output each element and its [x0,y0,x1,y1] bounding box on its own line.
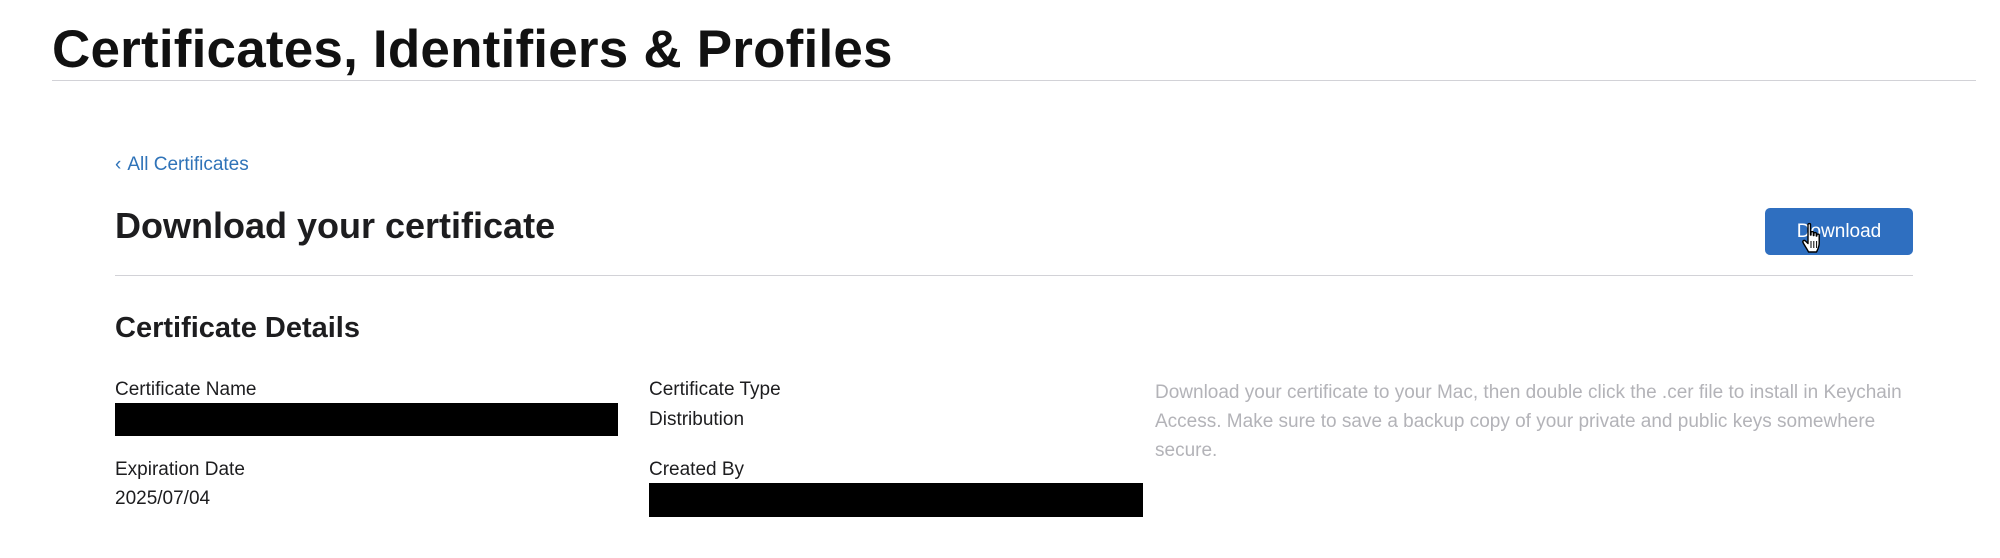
certificate-details-title: Certificate Details [115,312,360,344]
all-certificates-link[interactable]: ‹ All Certificates [115,153,249,177]
download-instructions-text: Download your certificate to your Mac, t… [1155,382,1902,461]
certificate-name-label: Certificate Name [115,379,257,400]
certificates-page: Certificates, Identifiers & Profiles ‹ Al… [0,0,2000,558]
certificate-type-value: Distribution [649,409,745,430]
created-by-label: Created By [649,459,745,480]
expiration-date-value: 2025/07/04 [115,488,211,509]
download-section-title: Download your certificate [115,205,556,246]
chevron-left-icon: ‹ [115,154,122,175]
section-divider [115,275,1913,276]
back-link-label: All Certificates [127,154,249,175]
expiration-date-label: Expiration Date [115,459,245,480]
certificate-download-panel: ‹ All Certificates Download your certific… [115,0,1913,558]
download-button[interactable]: Download [1765,208,1913,255]
certificate-name-redacted [115,403,618,436]
certificate-type-label: Certificate Type [649,379,781,400]
created-by-redacted [649,483,1143,517]
